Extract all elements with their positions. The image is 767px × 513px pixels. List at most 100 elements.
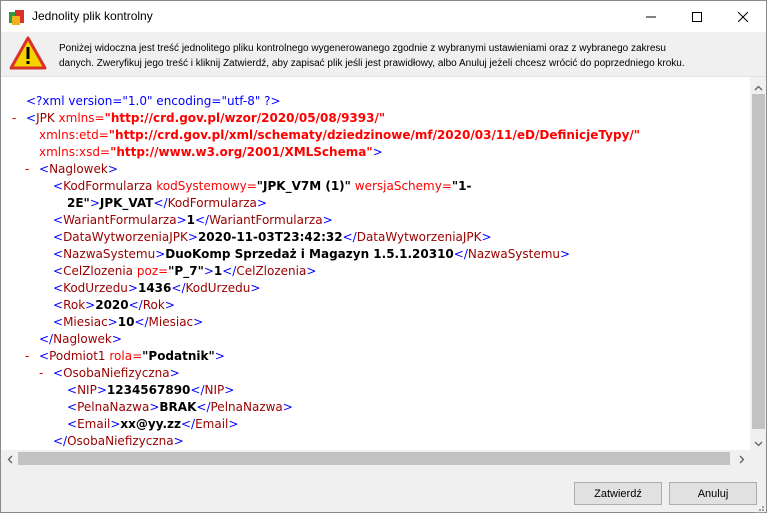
xml-tag: WariantFormularza: [63, 213, 177, 227]
xml-line-nazwa: <PelnaNazwa>BRAK</PelnaNazwa>: [67, 400, 293, 414]
xml-value-kodformularza: JPK_VAT: [99, 196, 154, 210]
collapse-toggle-osoba[interactable]: -: [39, 365, 49, 382]
xml-attr-kodsystemowy-value: "JPK_V7M (1)": [256, 179, 351, 193]
xml-tag: KodUrzedu: [63, 281, 128, 295]
xml-tag-naglowek-close: Naglowek: [53, 332, 112, 346]
xml-line-cel: <CelZlozenia poz="P_7">1</CelZlozenia>: [53, 264, 317, 278]
xml-content[interactable]: <?xml version="1.0" encoding="utf-8" ?> …: [1, 77, 750, 450]
scroll-left-button[interactable]: [1, 450, 18, 465]
xml-value-nip: 1234567890: [106, 383, 191, 397]
chevron-up-icon: [754, 77, 763, 95]
xml-tag: Rok: [142, 298, 165, 312]
xml-tag: Miesiac: [63, 315, 108, 329]
xml-line-wariant: <WariantFormularza>1</WariantFormularza>: [53, 213, 333, 227]
xml-line-system: <NazwaSystemu>DuoKomp Sprzedaż i Magazyn…: [53, 247, 571, 261]
warning-icon: [9, 36, 47, 70]
xml-attr-rola-value: "Podatnik": [142, 349, 215, 363]
title-bar[interactable]: Jednolity plik kontrolny: [1, 1, 766, 32]
xml-tag: CelZlozenia: [236, 264, 307, 278]
scrollbar-corner: [750, 450, 766, 465]
scroll-down-button[interactable]: [750, 433, 766, 450]
xml-value-system: DuoKomp Sprzedaż i Magazyn 1.5.1.20310: [165, 247, 454, 261]
xml-tag-naglowek: Naglowek: [49, 162, 108, 176]
xml-viewer[interactable]: <?xml version="1.0" encoding="utf-8" ?> …: [1, 76, 766, 465]
xml-tag: Email: [195, 417, 229, 431]
xml-line-jpk-etd: xmlns:etd="http://crd.gov.pl/xml/schemat…: [39, 127, 640, 144]
minimize-button[interactable]: [628, 1, 674, 32]
xml-decl-text: <?xml version="1.0" encoding="utf-8" ?>: [26, 94, 281, 108]
xml-attr-wersjaschemy-value-b: 2E": [67, 196, 90, 210]
xml-tag-osoba-close: OsobaNiefizyczna: [67, 434, 174, 448]
maximize-button[interactable]: [674, 1, 720, 32]
xml-tag: DataWytworzeniaJPK: [63, 230, 188, 244]
xml-attr-etd-value: "http://crd.gov.pl/xml/schematy/dziedzin…: [108, 128, 641, 142]
xml-declaration: <?xml version="1.0" encoding="utf-8" ?>: [26, 93, 281, 110]
vertical-scroll-thumb[interactable]: [752, 94, 765, 429]
xml-attr-rola: rola=: [109, 349, 143, 363]
button-bar: Zatwierdź Anuluj: [1, 465, 766, 512]
app-icon: [8, 8, 26, 26]
vertical-scrollbar[interactable]: [750, 77, 766, 450]
xml-value-email: xx@yy.zz: [120, 417, 181, 431]
xml-value-data: 2020-11-03T23:42:32: [197, 230, 343, 244]
xml-attr-etd: xmlns:etd=: [39, 128, 109, 142]
xml-tag: WariantFormularza: [209, 213, 323, 227]
info-panel: Poniżej widoczna jest treść jednolitego …: [1, 32, 766, 76]
xml-attr-xmlns-value: "http://crd.gov.pl/wzor/2020/05/08/9393/…: [104, 111, 386, 125]
xml-tag: NazwaSystemu: [63, 247, 156, 261]
collapse-toggle-podmiot[interactable]: -: [25, 348, 35, 365]
close-button[interactable]: [720, 1, 766, 32]
xml-tag: NIP: [204, 383, 225, 397]
scroll-up-button[interactable]: [750, 77, 766, 94]
xml-tag-kodformularza: KodFormularza: [63, 179, 153, 193]
xml-attr-xsd-value: "http://www.w3.org/2001/XMLSchema": [110, 145, 373, 159]
xml-value-urzad: 1436: [137, 281, 172, 295]
collapse-toggle-naglowek[interactable]: -: [25, 161, 35, 178]
info-line-2: danych. Zweryfikuj jego treść i kliknij …: [59, 58, 685, 69]
xml-tag: KodUrzedu: [185, 281, 251, 295]
chevron-right-icon: [739, 449, 745, 465]
xml-line-naglowek-close: </Naglowek>: [39, 332, 122, 346]
confirm-button[interactable]: Zatwierdź: [574, 482, 662, 505]
dialog-window: Jednolity plik kontrolny Poniżej widoczn…: [0, 0, 767, 513]
chevron-down-icon: [754, 432, 763, 451]
xml-bracket: >: [372, 145, 383, 159]
xml-tag: Email: [77, 417, 111, 431]
xml-tag: PelnaNazwa: [77, 400, 150, 414]
minimize-icon: [646, 7, 656, 26]
chevron-left-icon: [7, 449, 13, 465]
xml-tag: PelnaNazwa: [210, 400, 283, 414]
xml-tag: NazwaSystemu: [467, 247, 561, 261]
xml-value-nazwa: BRAK: [159, 400, 197, 414]
xml-line-email: <Email>xx@yy.zz</Email>: [67, 417, 239, 431]
xml-tag: Rok: [63, 298, 86, 312]
cancel-button[interactable]: Anuluj: [669, 482, 757, 505]
xml-tag: DataWytworzeniaJPK: [356, 230, 482, 244]
xml-value-cel: 1: [213, 264, 223, 278]
xml-line-kodformularza-cont: 2E">JPK_VAT</KodFormularza>: [67, 196, 267, 210]
info-text: Poniżej widoczna jest treść jednolitego …: [59, 41, 759, 71]
xml-attr-wersjaschemy-value-a: "1-: [451, 179, 472, 193]
xml-line-nip: <NIP>1234567890</NIP>: [67, 383, 235, 397]
window-title: Jednolity plik kontrolny: [32, 9, 153, 23]
info-line-1: Poniżej widoczna jest treść jednolitego …: [59, 43, 666, 54]
xml-attr-poz: poz=: [136, 264, 169, 278]
xml-tag-podmiot: Podmiot1: [49, 349, 106, 363]
collapse-toggle-jpk[interactable]: -: [12, 110, 22, 127]
close-icon: [737, 7, 749, 26]
xml-line-osoba-close: </OsobaNiefizyczna>: [53, 434, 184, 448]
resize-grip-icon[interactable]: [754, 500, 765, 513]
xml-attr-wersjaschemy: wersjaSchemy=: [354, 179, 452, 193]
horizontal-scroll-thumb[interactable]: [18, 452, 730, 465]
xml-value-rok: 2020: [95, 298, 129, 312]
xml-line-data: <DataWytworzeniaJPK>2020-11-03T23:42:32<…: [53, 230, 492, 244]
xml-attr-xmlns: xmlns=: [58, 111, 105, 125]
xml-line-miesiac: <Miesiac>10</Miesiac>: [53, 315, 204, 329]
xml-tag-jpk: JPK: [36, 111, 55, 125]
xml-value-wariant: 1: [186, 213, 195, 227]
xml-line-jpk-xsd: xmlns:xsd="http://www.w3.org/2001/XMLSch…: [39, 144, 383, 161]
horizontal-scrollbar[interactable]: [1, 450, 750, 465]
xml-line-rok: <Rok>2020</Rok>: [53, 298, 175, 312]
maximize-icon: [692, 7, 702, 26]
scroll-right-button[interactable]: [733, 450, 750, 465]
